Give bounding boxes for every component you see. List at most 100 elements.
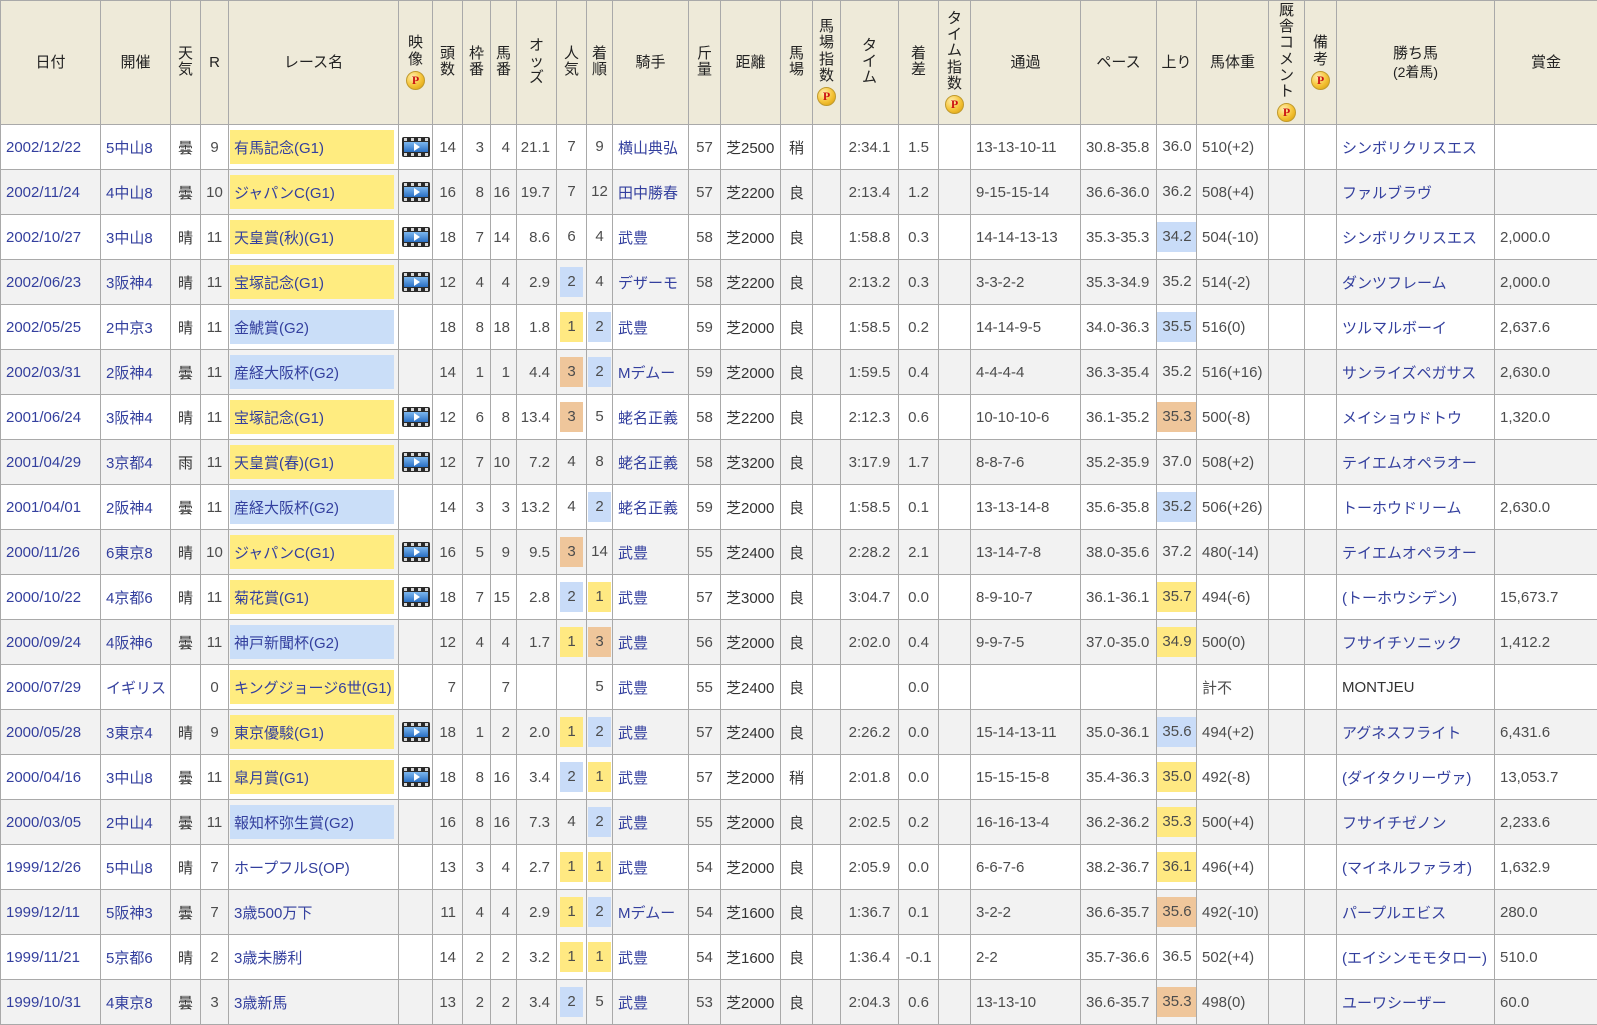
jockey-link[interactable]: 蛯名正義: [618, 455, 678, 472]
race-name-link[interactable]: 宝塚記念(G1): [234, 407, 324, 428]
winner-link[interactable]: (トーホウシデン): [1342, 590, 1457, 607]
jockey-link[interactable]: デザーモ: [618, 275, 678, 292]
date-link[interactable]: 2002/03/31: [6, 364, 81, 381]
winner-link[interactable]: シンボリクリスエス: [1342, 140, 1477, 157]
venue-link[interactable]: 2阪神4: [106, 500, 153, 517]
race-name-link[interactable]: ジャパンC(G1): [234, 182, 335, 203]
venue-link[interactable]: 3東京4: [106, 725, 153, 742]
venue-link[interactable]: 4東京8: [106, 995, 153, 1012]
winner-link[interactable]: ユーワシーザー: [1342, 995, 1447, 1012]
premium-icon[interactable]: P: [406, 71, 425, 90]
venue-link[interactable]: 3阪神4: [106, 410, 153, 427]
race-name-link[interactable]: 天皇賞(春)(G1): [234, 452, 334, 473]
date-link[interactable]: 2000/03/05: [6, 814, 81, 831]
winner-link[interactable]: シンボリクリスエス: [1342, 230, 1477, 247]
winner-link[interactable]: ダンツフレーム: [1342, 275, 1447, 292]
venue-link[interactable]: 2中京3: [106, 320, 153, 337]
race-name-link[interactable]: 菊花賞(G1): [234, 587, 309, 608]
jockey-link[interactable]: 田中勝春: [618, 185, 678, 202]
winner-link[interactable]: ツルマルボーイ: [1342, 320, 1447, 337]
race-name-link[interactable]: 金鯱賞(G2): [234, 317, 309, 338]
jockey-link[interactable]: Mデムー: [618, 905, 675, 922]
venue-link[interactable]: 4阪神6: [106, 635, 153, 652]
jockey-link[interactable]: 武豊: [618, 545, 648, 562]
winner-link[interactable]: フサイチソニック: [1342, 635, 1462, 652]
race-name-link[interactable]: ホープフルS(OP): [234, 857, 350, 878]
jockey-link[interactable]: 武豊: [618, 590, 648, 607]
date-link[interactable]: 1999/12/11: [6, 904, 80, 921]
race-name-link[interactable]: 報知杯弥生賞(G2): [234, 812, 354, 833]
date-link[interactable]: 2000/11/26: [6, 544, 80, 561]
video-icon[interactable]: [402, 722, 430, 742]
venue-link[interactable]: 2中山4: [106, 815, 153, 832]
date-link[interactable]: 2000/10/22: [6, 589, 81, 606]
venue-link[interactable]: 5阪神3: [106, 905, 153, 922]
venue-link[interactable]: 3中山8: [106, 770, 153, 787]
video-icon[interactable]: [402, 227, 430, 247]
race-name-link[interactable]: 3歳500万下: [234, 902, 312, 923]
video-icon[interactable]: [402, 542, 430, 562]
premium-icon[interactable]: P: [945, 95, 964, 114]
winner-link[interactable]: (マイネルファラオ): [1342, 860, 1472, 877]
video-icon[interactable]: [402, 587, 430, 607]
jockey-link[interactable]: Mデムー: [618, 365, 675, 382]
date-link[interactable]: 2001/04/01: [6, 499, 81, 516]
venue-link[interactable]: 5中山8: [106, 140, 153, 157]
winner-link[interactable]: パープルエビス: [1342, 905, 1446, 922]
date-link[interactable]: 2002/11/24: [6, 184, 80, 201]
winner-link[interactable]: メイショウドトウ: [1342, 410, 1462, 427]
venue-link[interactable]: 5京都6: [106, 950, 153, 967]
video-icon[interactable]: [402, 407, 430, 427]
venue-link[interactable]: 4中山8: [106, 185, 153, 202]
date-link[interactable]: 1999/10/31: [6, 994, 81, 1011]
jockey-link[interactable]: 武豊: [618, 230, 648, 247]
venue-link[interactable]: 3阪神4: [106, 275, 153, 292]
video-icon[interactable]: [402, 137, 430, 157]
winner-link[interactable]: トーホウドリーム: [1342, 500, 1462, 517]
winner-link[interactable]: ファルブラヴ: [1342, 185, 1432, 202]
winner-link[interactable]: テイエムオペラオー: [1342, 545, 1477, 562]
venue-link[interactable]: 4京都6: [106, 590, 153, 607]
venue-link[interactable]: 3中山8: [106, 230, 153, 247]
jockey-link[interactable]: 横山典弘: [618, 140, 678, 157]
date-link[interactable]: 1999/11/21: [6, 949, 80, 966]
date-link[interactable]: 2002/06/23: [6, 274, 81, 291]
race-name-link[interactable]: 神戸新聞杯(G2): [234, 632, 339, 653]
jockey-link[interactable]: 武豊: [618, 680, 648, 697]
video-icon[interactable]: [402, 272, 430, 292]
race-name-link[interactable]: 3歳未勝利: [234, 947, 302, 968]
date-link[interactable]: 2002/10/27: [6, 229, 81, 246]
jockey-link[interactable]: 武豊: [618, 860, 648, 877]
race-name-link[interactable]: 産経大阪杯(G2): [234, 497, 339, 518]
premium-icon[interactable]: P: [1311, 71, 1330, 90]
winner-link[interactable]: (エイシンモモタロー): [1342, 950, 1487, 967]
video-icon[interactable]: [402, 182, 430, 202]
jockey-link[interactable]: 武豊: [618, 950, 648, 967]
video-icon[interactable]: [402, 452, 430, 472]
jockey-link[interactable]: 蛯名正義: [618, 410, 678, 427]
race-name-link[interactable]: キングジョージ6世(G1): [234, 677, 392, 698]
race-name-link[interactable]: 産経大阪杯(G2): [234, 362, 339, 383]
venue-link[interactable]: 6東京8: [106, 545, 153, 562]
jockey-link[interactable]: 武豊: [618, 635, 648, 652]
jockey-link[interactable]: 武豊: [618, 320, 648, 337]
race-name-link[interactable]: ジャパンC(G1): [234, 542, 335, 563]
jockey-link[interactable]: 武豊: [618, 995, 648, 1012]
date-link[interactable]: 2002/12/22: [6, 139, 81, 156]
premium-icon[interactable]: P: [817, 87, 836, 106]
jockey-link[interactable]: 武豊: [618, 770, 648, 787]
race-name-link[interactable]: 東京優駿(G1): [234, 722, 324, 743]
jockey-link[interactable]: 武豊: [618, 725, 648, 742]
date-link[interactable]: 2000/07/29: [6, 679, 81, 696]
date-link[interactable]: 2000/09/24: [6, 634, 81, 651]
venue-link[interactable]: 2阪神4: [106, 365, 153, 382]
premium-icon[interactable]: P: [1277, 103, 1296, 122]
race-name-link[interactable]: 天皇賞(秋)(G1): [234, 227, 334, 248]
race-name-link[interactable]: 皐月賞(G1): [234, 767, 309, 788]
jockey-link[interactable]: 蛯名正義: [618, 500, 678, 517]
date-link[interactable]: 2000/04/16: [6, 769, 81, 786]
winner-link[interactable]: アグネスフライト: [1342, 725, 1461, 742]
date-link[interactable]: 2000/05/28: [6, 724, 81, 741]
winner-link[interactable]: フサイチゼノン: [1342, 815, 1447, 832]
date-link[interactable]: 2002/05/25: [6, 319, 81, 336]
